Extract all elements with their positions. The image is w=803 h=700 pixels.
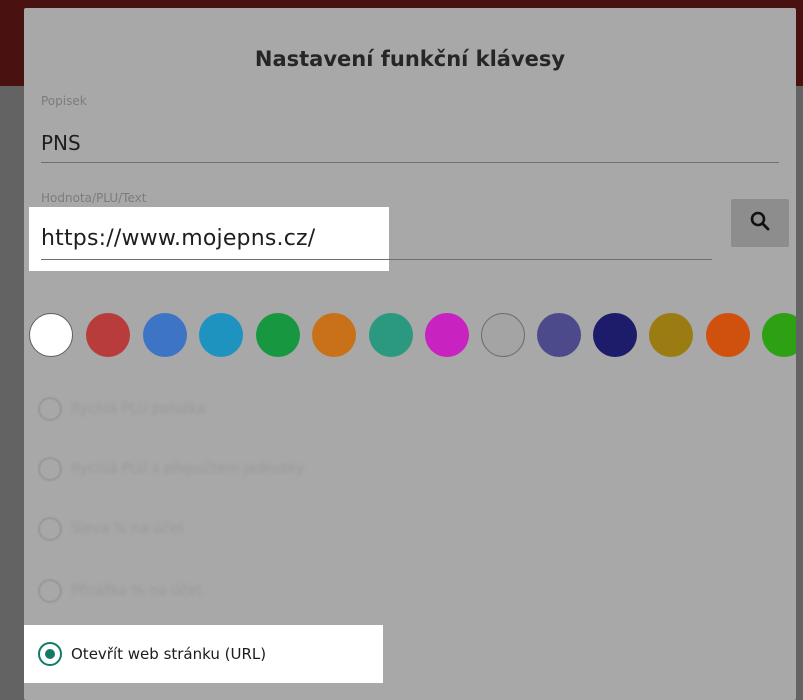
- radio-option-surcharge[interactable]: Přirážka % na účet: [38, 577, 202, 605]
- search-button[interactable]: [731, 199, 789, 247]
- radio-button-selected[interactable]: [38, 642, 62, 666]
- radio-option-quick-plu[interactable]: Rychlá PLU položka: [38, 395, 206, 423]
- function-key-settings-dialog: Nastavení funkční klávesy Popisek PNS Ho…: [24, 8, 796, 700]
- color-swatch-violet[interactable]: [537, 313, 581, 357]
- radio-selected-dot: [45, 649, 55, 659]
- popisek-input[interactable]: PNS: [41, 131, 81, 155]
- color-swatch-lime[interactable]: [762, 313, 796, 357]
- radio-label: Přirážka % na účet: [71, 583, 202, 599]
- color-swatch-green[interactable]: [256, 313, 300, 357]
- hodnota-input[interactable]: https://www.mojepns.cz/: [41, 226, 315, 251]
- color-swatch-magenta[interactable]: [425, 313, 469, 357]
- color-swatch-orange[interactable]: [312, 313, 356, 357]
- radio-button[interactable]: [38, 517, 62, 541]
- dialog-title: Nastavení funkční klávesy: [254, 47, 566, 71]
- hodnota-label: Hodnota/PLU/Text: [41, 191, 147, 205]
- color-swatch-blue[interactable]: [143, 313, 187, 357]
- radio-label: Otevřít web stránku (URL): [71, 645, 267, 663]
- radio-button[interactable]: [38, 457, 62, 481]
- color-swatch-navy[interactable]: [593, 313, 637, 357]
- color-swatch-olive[interactable]: [649, 313, 693, 357]
- popisek-underline: [41, 162, 779, 163]
- color-swatch-light-gray[interactable]: [481, 313, 525, 357]
- color-swatch-teal[interactable]: [369, 313, 413, 357]
- hodnota-underline: [41, 259, 712, 260]
- radio-label: Rychlá PLU položka: [71, 401, 206, 417]
- search-icon: [749, 210, 771, 236]
- radio-label: Sleva % na účet: [71, 521, 185, 537]
- popisek-label: Popisek: [41, 94, 87, 108]
- radio-button[interactable]: [38, 397, 62, 421]
- color-swatch-dark-orange[interactable]: [706, 313, 750, 357]
- color-swatch-red[interactable]: [86, 313, 130, 357]
- radio-option-open-url[interactable]: Otevřít web stránku (URL): [38, 640, 266, 668]
- radio-label: Rychlá PLU s přepočtem jednotky: [71, 461, 305, 477]
- color-swatch-white[interactable]: [29, 313, 73, 357]
- radio-option-quick-plu-unit[interactable]: Rychlá PLU s přepočtem jednotky: [38, 455, 304, 483]
- color-swatch-cyan[interactable]: [199, 313, 243, 357]
- color-picker: [29, 313, 796, 359]
- radio-option-discount[interactable]: Sleva % na účet: [38, 515, 184, 543]
- radio-button[interactable]: [38, 579, 62, 603]
